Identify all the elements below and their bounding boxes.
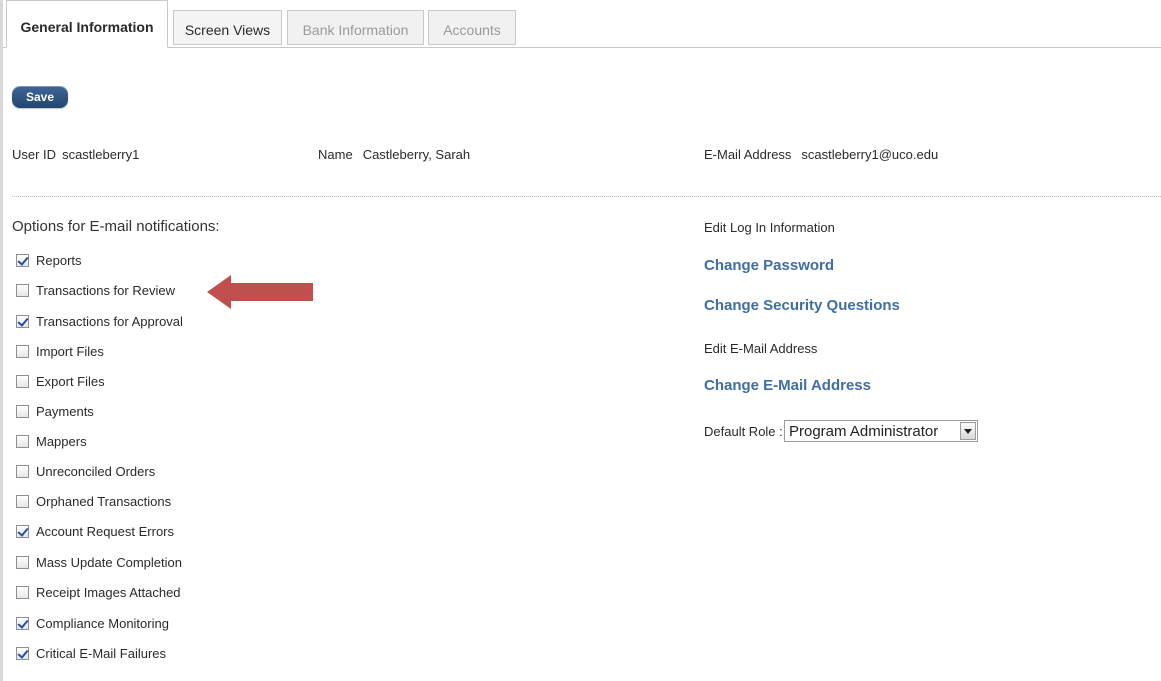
user-id-label: User ID: [12, 147, 57, 162]
section-divider: [12, 196, 1161, 197]
option-label: Transactions for Review: [36, 283, 175, 298]
checkbox[interactable]: [16, 495, 29, 508]
option-label: Mappers: [36, 434, 87, 449]
option-label: Import Files: [36, 344, 104, 359]
tab-bank-information[interactable]: Bank Information: [287, 10, 424, 45]
edit-email-label: Edit E-Mail Address: [704, 341, 818, 356]
change-email-link[interactable]: Change E-Mail Address: [704, 377, 871, 394]
option-label: Compliance Monitoring: [36, 616, 169, 631]
option-label: Payments: [36, 404, 94, 419]
option-label: Reports: [36, 253, 82, 268]
checkbox[interactable]: [16, 647, 29, 660]
tab-screen-views[interactable]: Screen Views: [173, 10, 282, 45]
checkbox[interactable]: [16, 375, 29, 388]
checkbox[interactable]: [16, 435, 29, 448]
default-role-select[interactable]: Program Administrator: [784, 420, 978, 442]
user-email-label: E-Mail Address: [704, 147, 792, 162]
option-label: Transactions for Approval: [36, 314, 183, 329]
notifications-title: Options for E-mail notifications:: [12, 218, 220, 235]
user-email-value: scastleberry1@uco.edu: [801, 147, 939, 162]
option-label: Export Files: [36, 374, 105, 389]
checkbox[interactable]: [16, 556, 29, 569]
checkbox[interactable]: [16, 284, 29, 297]
red-arrow-left-icon: [207, 275, 313, 309]
checkbox[interactable]: [16, 465, 29, 478]
tab-accounts[interactable]: Accounts: [428, 10, 516, 45]
default-role-label: Default Role :: [704, 424, 783, 439]
option-label: Receipt Images Attached: [36, 585, 181, 600]
tab-general-information[interactable]: General Information: [6, 0, 168, 48]
user-id-value: scastleberry1: [62, 147, 140, 162]
left-border: [0, 0, 3, 681]
checkbox[interactable]: [16, 525, 29, 538]
user-email-field: E-Mail Address scastleberry1@uco.edu: [704, 147, 938, 162]
option-label: Unreconciled Orders: [36, 464, 156, 479]
save-button[interactable]: Save: [12, 86, 68, 108]
change-password-link[interactable]: Change Password: [704, 257, 834, 274]
option-label: Orphaned Transactions: [36, 494, 172, 509]
user-name-value: Castleberry, Sarah: [362, 147, 471, 162]
tab-bar: General Information Screen Views Bank In…: [3, 0, 1161, 48]
checkbox[interactable]: [16, 345, 29, 358]
default-role-value: Program Administrator: [789, 423, 939, 440]
change-security-questions-link[interactable]: Change Security Questions: [704, 297, 900, 314]
user-name-label: Name: [318, 147, 353, 162]
checkbox[interactable]: [16, 617, 29, 630]
edit-login-label: Edit Log In Information: [704, 220, 835, 235]
user-name-field: Name Castleberry, Sarah: [318, 147, 470, 162]
checkbox[interactable]: [16, 315, 29, 328]
checkbox[interactable]: [16, 254, 29, 267]
chevron-down-icon[interactable]: [960, 422, 976, 440]
user-id-field: User ID scastleberry1: [12, 147, 139, 162]
option-label: Critical E-Mail Failures: [36, 646, 167, 661]
checkbox[interactable]: [16, 586, 29, 599]
option-label: Mass Update Completion: [36, 555, 182, 570]
option-label: Account Request Errors: [36, 524, 175, 539]
checkbox[interactable]: [16, 405, 29, 418]
